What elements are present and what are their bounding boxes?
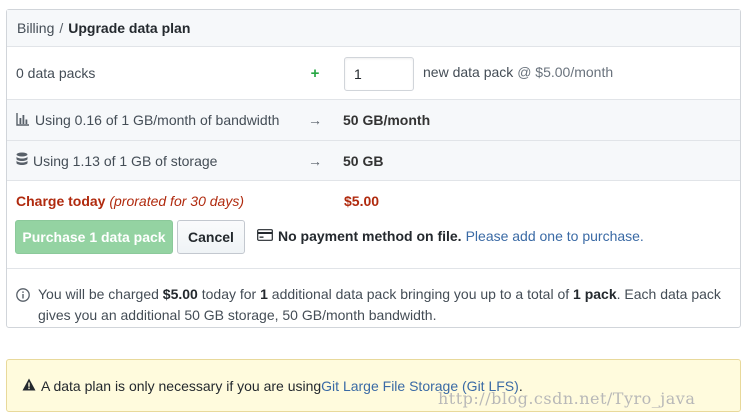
- data-packs-row: 0 data packs + new data pack @ $5.00/mon…: [7, 47, 740, 100]
- info-count: 1: [260, 286, 268, 302]
- charge-info: You will be charged $5.00 today for 1 ad…: [16, 284, 731, 326]
- storage-usage-label: Using 1.13 of 1 GB of storage: [33, 152, 218, 169]
- arrow-right-icon: →: [308, 112, 322, 128]
- pack-price: @ $5.00/month: [517, 64, 614, 80]
- info-part-1: You will be charged: [38, 286, 163, 302]
- payment-notice: No payment method on file. Please add on…: [257, 228, 644, 244]
- data-pack-quantity-input[interactable]: [344, 57, 414, 91]
- bar-chart-icon: [16, 112, 30, 129]
- upgrade-data-plan-panel: Billing / Upgrade data plan 0 data packs…: [6, 9, 741, 328]
- charge-amount: $5.00: [344, 193, 380, 209]
- storage-usage: Using 1.13 of 1 GB of storage: [16, 152, 217, 169]
- current-packs-label: 0 data packs: [16, 65, 96, 81]
- info-total: 1 pack: [573, 286, 617, 302]
- info-icon: [16, 287, 30, 326]
- info-part-2: today for: [197, 286, 261, 302]
- storage-row: Using 1.13 of 1 GB of storage → 50 GB: [7, 141, 740, 181]
- bandwidth-usage: Using 0.16 of 1 GB/month of bandwidth: [16, 112, 279, 129]
- payment-message: No payment method on file.: [278, 228, 462, 244]
- breadcrumb-separator: /: [59, 20, 64, 36]
- charge-today: Charge today (prorated for 30 days): [16, 193, 244, 209]
- arrow-right-icon: →: [308, 152, 322, 169]
- new-pack-text: new data pack: [423, 64, 514, 80]
- divider: [7, 268, 740, 269]
- bandwidth-usage-label: Using 0.16 of 1 GB/month of bandwidth: [35, 112, 280, 128]
- breadcrumb: Billing / Upgrade data plan: [7, 10, 740, 47]
- flash-text: A data plan is only necessary if you are…: [41, 377, 322, 394]
- info-amount: $5.00: [162, 286, 198, 302]
- charge-today-label: Charge today: [16, 193, 106, 209]
- database-icon: [16, 152, 28, 169]
- storage-new-value: 50 GB: [343, 152, 384, 169]
- info-part-3: additional data pack bringing you up to …: [267, 286, 574, 302]
- new-pack-label: new data pack @ $5.00/month: [423, 64, 613, 80]
- credit-card-icon: [257, 228, 273, 244]
- alert-icon: [22, 378, 36, 394]
- bandwidth-new-value: 50 GB/month: [343, 112, 431, 128]
- plus-icon: +: [310, 64, 320, 82]
- purchase-button[interactable]: Purchase 1 data pack: [15, 220, 173, 254]
- watermark: http://blog.csdn.net/Tyro_java: [438, 389, 696, 408]
- breadcrumb-current: Upgrade data plan: [68, 20, 191, 36]
- prorated-note: (prorated for 30 days): [109, 193, 244, 209]
- info-text: You will be charged $5.00 today for 1 ad…: [38, 284, 731, 326]
- bandwidth-row: Using 0.16 of 1 GB/month of bandwidth → …: [7, 100, 740, 141]
- add-payment-link[interactable]: Please add one to purchase.: [466, 228, 644, 244]
- cancel-button[interactable]: Cancel: [177, 220, 245, 254]
- breadcrumb-billing-link[interactable]: Billing: [17, 20, 54, 36]
